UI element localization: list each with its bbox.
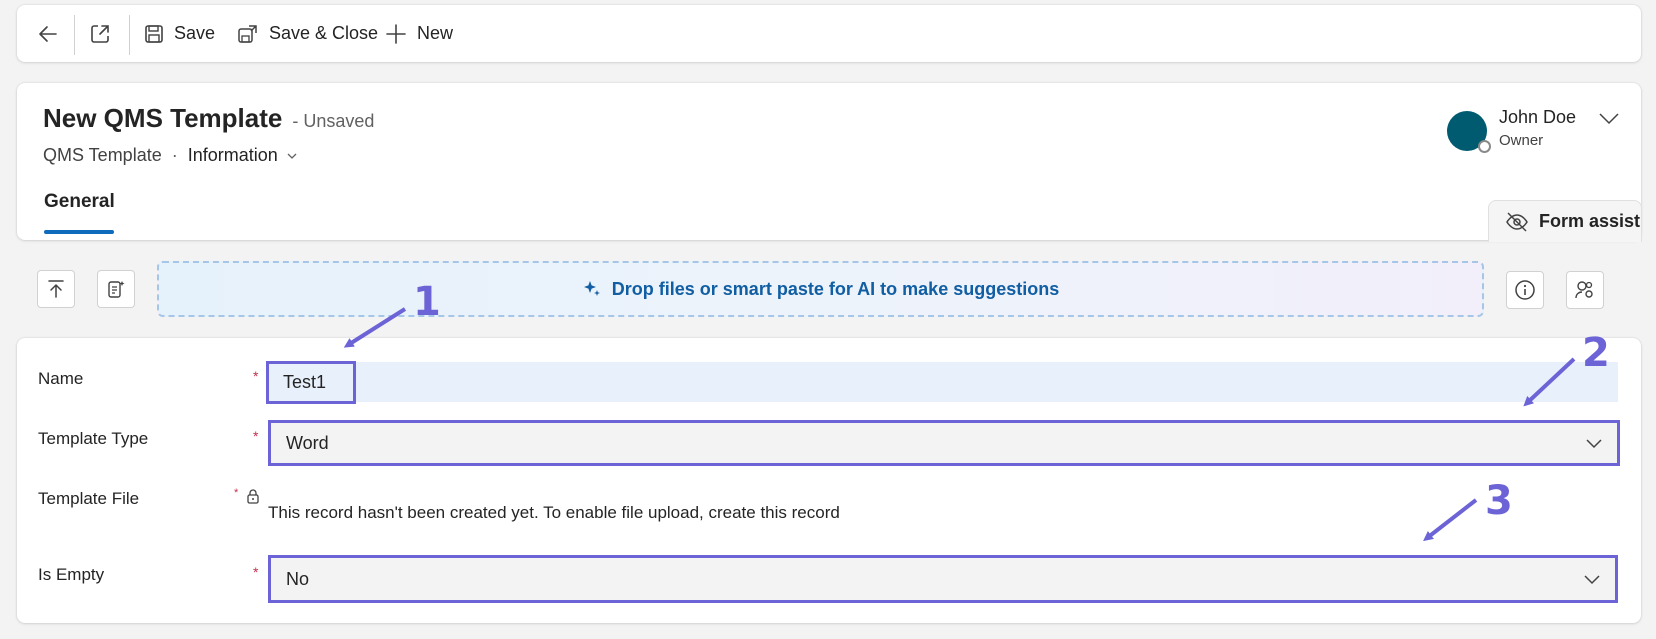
annotation-arrow-1 [343,307,407,348]
annotation-number-3: 3 [1485,478,1513,524]
annotation-arrow-3 [1423,498,1478,542]
annotation-arrow-2 [1523,357,1576,407]
annotation-number-2: 2 [1582,330,1610,376]
annotation-number-1: 1 [413,279,441,325]
annotation-arrows [343,307,1576,542]
